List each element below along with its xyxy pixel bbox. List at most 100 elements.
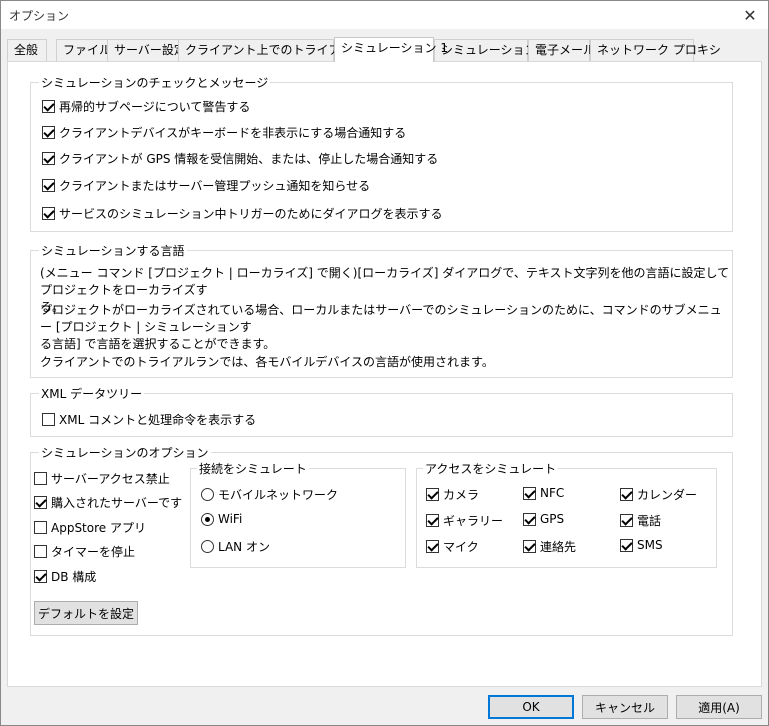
checkbox-label: 電話 [637,514,662,528]
checkbox[interactable] [620,538,633,552]
tab-general[interactable]: 全般 [7,39,47,61]
tab-server-settings[interactable]: サーバー設定 [107,39,186,61]
check-contacts[interactable]: 連絡先 [523,538,576,555]
checkbox[interactable] [523,540,536,553]
checkbox-label: クライアントデバイスがキーボードを非表示にする場合通知する [59,126,407,140]
cancel-button[interactable]: キャンセル [582,695,668,719]
apply-button[interactable]: 適用(A) [676,695,762,719]
tab-panel: シミュレーションのチェックとメッセージ 再帰的サブページについて警告する クライ… [7,61,762,687]
check-gps[interactable]: クライアントが GPS 情報を受信開始、または、停止した場合通知する [42,150,438,167]
paragraph-line: プロジェクトがローカライズされている場合、ローカルまたはサーバーでのシミュレーシ… [40,303,722,334]
checkbox-label: 連絡先 [540,540,577,554]
check-no-server-access[interactable]: サーバーアクセス禁止 [34,470,170,487]
check-purchased-server[interactable]: 購入されたサーバーです [34,494,182,511]
group-title: 接続をシミュレート [197,460,309,477]
checkbox-label: GPS [540,512,565,526]
check-sms[interactable]: SMS [620,538,663,552]
checkbox[interactable] [42,413,55,426]
checkbox[interactable] [42,152,55,165]
tab-strip: 全般 ファイル サーバー設定 クライアント上でのトライアルラン シミュレーション… [7,37,762,62]
paragraph-line: る言語] で言語を選択することができます。 [40,337,276,351]
checkbox-label: DB 構成 [51,570,97,584]
checkbox-label: 購入されたサーバーです [51,496,183,510]
set-default-button[interactable]: デフォルトを設定 [34,601,138,625]
checkbox-label: サーバーアクセス禁止 [51,472,170,486]
group-title: シミュレーションのチェックとメッセージ [39,74,271,91]
checkbox[interactable] [42,126,55,139]
checkbox-label: カメラ [443,488,480,502]
title-bar: オプション ✕ [1,1,768,29]
radio-button[interactable] [201,488,214,501]
radio-wifi[interactable]: WiFi [201,512,242,526]
ok-button[interactable]: OK [488,695,574,719]
checkbox[interactable] [426,514,439,527]
checkbox-label: 再帰的サブページについて警告する [59,100,251,114]
checkbox[interactable] [426,488,439,501]
language-paragraph-3: クライアントでのトライアルランでは、各モバイルデバイスの言語が使用されます。 [40,355,494,369]
radio-label: WiFi [218,512,243,526]
tab-file[interactable]: ファイル [56,39,111,61]
check-xml-comments[interactable]: XML コメントと処理命令を表示する [42,411,256,428]
checkbox[interactable] [620,514,633,527]
language-paragraph-2: プロジェクトがローカライズされている場合、ローカルまたはサーバーでのシミュレーシ… [40,302,730,353]
check-recursive-subpage[interactable]: 再帰的サブページについて警告する [42,98,250,115]
check-stop-timer[interactable]: タイマーを停止 [34,543,135,560]
checkbox[interactable] [42,207,55,220]
checkbox-label: クライアントが GPS 情報を受信開始、または、停止した場合通知する [59,152,439,166]
tab-simulation-2[interactable]: シミュレーション 2 [434,39,548,61]
group-simulate-access: アクセスをシミュレート カメラ NFC カレンダー ギャラリー GPS 電話 マ… [416,460,717,568]
check-calendar[interactable]: カレンダー [620,486,697,503]
check-gallery[interactable]: ギャラリー [426,512,503,529]
checkbox[interactable] [620,488,633,501]
checkbox-label: タイマーを停止 [51,545,136,559]
check-keyboard-hide[interactable]: クライアントデバイスがキーボードを非表示にする場合通知する [42,124,406,141]
checkbox-label: XML コメントと処理命令を表示する [59,413,257,427]
checkbox-label: ギャラリー [443,514,504,528]
check-appstore-app[interactable]: AppStore アプリ [34,519,146,536]
checkbox-label: AppStore アプリ [51,521,146,535]
check-mic[interactable]: マイク [426,538,479,555]
group-simulate-connection: 接続をシミュレート モバイルネットワーク WiFi LAN オン [190,460,406,568]
checkbox[interactable] [34,472,47,485]
checkbox-label: NFC [540,486,565,500]
checkbox[interactable] [42,179,55,192]
check-db-config[interactable]: DB 構成 [34,568,96,585]
checkbox-label: カレンダー [637,488,698,502]
radio-mobile-network[interactable]: モバイルネットワーク [201,486,338,503]
close-icon[interactable]: ✕ [732,1,768,29]
checkbox[interactable] [34,496,47,509]
radio-button[interactable] [201,540,214,553]
checkbox[interactable] [42,100,55,113]
tab-email[interactable]: 電子メール [528,39,595,61]
radio-label: モバイルネットワーク [218,488,339,502]
tab-simulation-1[interactable]: シミュレーション 1 [334,37,448,62]
check-gps-access[interactable]: GPS [523,512,564,526]
check-push[interactable]: クライアントまたはサーバー管理プッシュ通知を知らせる [42,177,370,194]
group-checks-messages: シミュレーションのチェックとメッセージ 再帰的サブページについて警告する クライ… [30,74,733,232]
checkbox[interactable] [34,570,47,583]
group-xml-data-tree: XML データツリー XML コメントと処理命令を表示する [30,385,733,437]
tab-network-proxy[interactable]: ネットワーク プロキシ [590,39,721,61]
group-simulation-options: シミュレーションのオプション サーバーアクセス禁止 購入されたサーバーです Ap… [30,444,733,636]
options-dialog: オプション ✕ 全般 ファイル サーバー設定 クライアント上でのトライアルラン … [0,0,769,726]
radio-label: LAN オン [218,540,270,554]
radio-lan-on[interactable]: LAN オン [201,538,270,555]
checkbox[interactable] [34,545,47,558]
checkbox[interactable] [523,512,536,526]
checkbox-label: サービスのシミュレーション中トリガーのためにダイアログを表示する [59,207,443,221]
check-camera[interactable]: カメラ [426,486,479,503]
checkbox[interactable] [34,521,47,534]
window-title: オプション [9,9,70,23]
check-phone[interactable]: 電話 [620,512,661,529]
check-trigger-dialog[interactable]: サービスのシミュレーション中トリガーのためにダイアログを表示する [42,205,443,222]
checkbox[interactable] [426,540,439,553]
checkbox[interactable] [523,486,536,500]
group-title: XML データツリー [39,385,145,402]
group-title: アクセスをシミュレート [423,460,559,477]
group-title: シミュレーションのオプション [39,444,211,461]
group-title: シミュレーションする言語 [39,242,187,259]
check-nfc[interactable]: NFC [523,486,564,500]
checkbox-label: マイク [443,540,479,554]
radio-button[interactable] [201,512,214,526]
tab-client-trial-run[interactable]: クライアント上でのトライアルラン [178,39,376,61]
